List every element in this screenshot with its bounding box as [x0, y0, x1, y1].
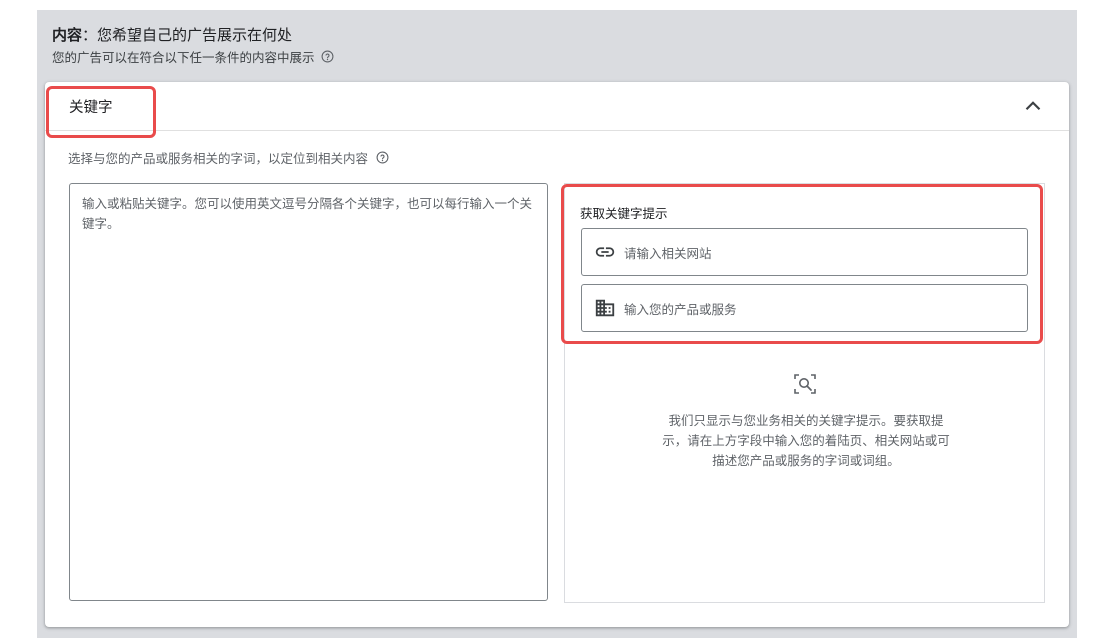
content-header-subtitle: 您的广告可以在符合以下任一条件的内容中展示 [52, 47, 334, 66]
keyword-suggestions-info: 我们只显示与您业务相关的关键字提示。要获取提示，请在上方字段中输入您的着陆页、相… [662, 413, 950, 468]
keywords-card-header[interactable]: 关键字 [45, 82, 1069, 131]
keywords-description-text: 选择与您的产品或服务相关的字词，以定位到相关内容 [68, 151, 369, 166]
collapse-button[interactable] [1020, 93, 1046, 119]
related-website-placeholder: 请输入相关网站 [624, 245, 712, 261]
keywords-section-title: 关键字 [69, 100, 113, 116]
link-icon [595, 247, 615, 257]
keywords-textarea[interactable]: 输入或粘贴关键字。您可以使用英文逗号分隔各个关键字，也可以每行输入一个关键字。 [69, 183, 548, 601]
chevron-up-icon [1025, 101, 1041, 111]
content-subtitle-text: 您的广告可以在符合以下任一条件的内容中展示 [52, 50, 315, 65]
related-website-input[interactable]: 请输入相关网站 [581, 228, 1028, 276]
keywords-description: 选择与您的产品或服务相关的字词，以定位到相关内容 [68, 148, 389, 167]
keywords-textarea-placeholder: 输入或粘贴关键字。您可以使用英文逗号分隔各个关键字，也可以每行输入一个关键字。 [82, 196, 533, 231]
help-circle-icon[interactable] [321, 50, 334, 63]
search-image-icon [794, 374, 816, 394]
content-header-title: 内容：您希望自己的广告展示在何处 [52, 26, 293, 44]
building-icon [595, 299, 615, 317]
help-circle-icon[interactable] [376, 151, 389, 164]
product-service-placeholder: 输入您的产品或服务 [624, 301, 737, 317]
product-service-input[interactable]: 输入您的产品或服务 [581, 284, 1028, 332]
keyword-suggestions-title: 获取关键字提示 [580, 206, 668, 221]
